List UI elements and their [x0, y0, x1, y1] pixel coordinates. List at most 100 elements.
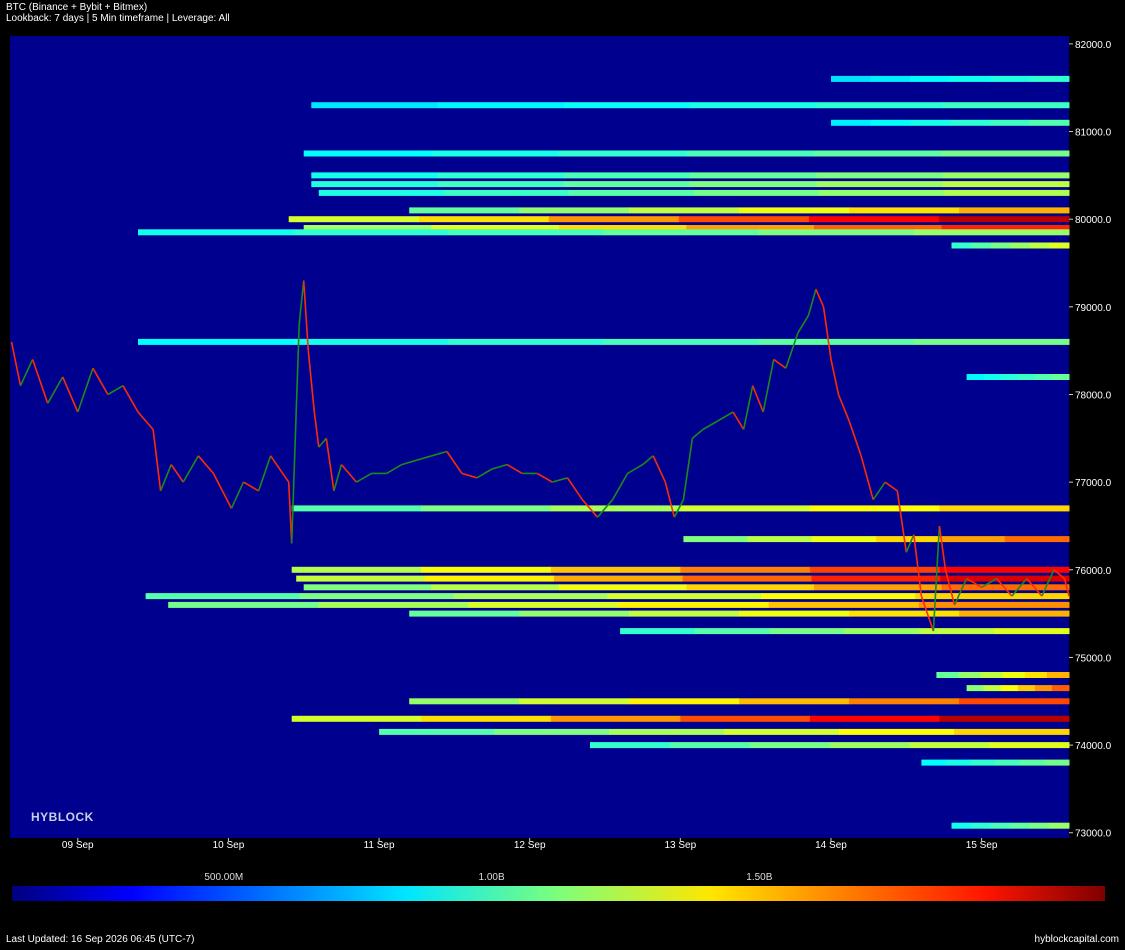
liquidation-band-26-seg-4: [809, 715, 940, 722]
liquidation-band-5-seg-3: [690, 181, 817, 188]
liquidation-band-28-seg-0: [590, 742, 671, 749]
liquidation-band-13-seg-1: [983, 374, 1002, 380]
x-tick-label: 12 Sep: [514, 840, 546, 851]
liquidation-band-9-seg-5: [1029, 119, 1070, 126]
liquidation-band-20-seg-2: [468, 601, 619, 608]
liquidation-band-21-seg-4: [849, 610, 960, 617]
liquidation-band-23-seg-2: [980, 672, 1004, 678]
liquidation-band-25-seg-3: [739, 698, 850, 705]
liquidation-band-26-seg-0: [291, 715, 422, 722]
liquidation-band-4-seg-2: [448, 229, 605, 236]
liquidation-band-6-seg-2: [568, 189, 695, 196]
liquidation-band-0-seg-2: [548, 216, 680, 223]
liquidation-band-23-seg-0: [936, 672, 959, 678]
liquidation-band-22-seg-0: [620, 628, 696, 635]
liquidation-band-8-seg-4: [813, 150, 942, 157]
y-axis: 73000.0 74000.0 75000.0 76000.0 77000.0 78000…: [1069, 40, 1112, 840]
x-tick-label: 10 Sep: [213, 840, 245, 851]
liquidation-band-16-seg-3: [680, 566, 811, 573]
liquidation-band-2-seg-3: [739, 207, 850, 214]
liquidation-band-20-seg-4: [768, 601, 920, 608]
colorbar-label: 1.50B: [746, 872, 773, 883]
liquidation-band-7-seg-3: [690, 172, 817, 179]
liquidation-band-17-seg-2: [553, 575, 684, 582]
liquidation-band-16-seg-0: [291, 566, 422, 573]
y-tick-label: 77000.0: [1075, 478, 1112, 489]
liquidation-band-14-seg-4: [809, 505, 940, 512]
liquidation-band-0-seg-0: [288, 216, 420, 223]
liquidation-band-8-seg-0: [303, 150, 432, 157]
liquidation-band-15-seg-1: [747, 536, 813, 543]
x-axis: 09 Sep 10 Sep 11 Sep 12 Sep 13 Sep 14 Sep 15 S…: [62, 838, 998, 851]
liquidation-band-23-seg-1: [958, 672, 982, 678]
liquidation-heatmap-chart[interactable]: 73000.0 74000.0 75000.0 76000.0 77000.0 78000…: [0, 0, 1125, 870]
liquidation-band-13-seg-5: [1051, 374, 1070, 380]
liquidation-band-29-seg-5: [1044, 759, 1070, 766]
liquidation-band-6-seg-3: [693, 189, 820, 196]
liquidation-band-12-seg-1: [293, 338, 449, 345]
liquidation-band-7-seg-0: [311, 172, 439, 179]
liquidation-band-8-seg-3: [686, 150, 815, 157]
liquidation-band-28-seg-5: [989, 742, 1070, 749]
liquidation-band-30-seg-2: [990, 822, 1011, 829]
liquidation-band-7-seg-2: [563, 172, 691, 179]
liquidation-band-27-seg-4: [839, 728, 955, 735]
liquidation-band-3-seg-1: [971, 242, 992, 249]
liquidation-band-13-seg-2: [1000, 374, 1019, 380]
liquidation-band-22-seg-3: [844, 628, 920, 635]
liquidation-band-0-seg-5: [938, 216, 1070, 223]
liquidation-band-3-seg-0: [951, 242, 972, 249]
liquidation-band-12-seg-3: [603, 338, 760, 345]
liquidation-band-30-seg-3: [1010, 822, 1031, 829]
liquidation-band-8-seg-5: [941, 150, 1070, 157]
liquidation-band-20-seg-5: [918, 601, 1070, 608]
liquidation-band-30-seg-0: [951, 822, 972, 829]
liquidation-band-26-seg-5: [939, 715, 1070, 722]
liquidation-band-12-seg-4: [758, 338, 915, 345]
liquidation-band-21-seg-2: [629, 610, 740, 617]
liquidation-band-4-seg-1: [293, 229, 449, 236]
liquidation-band-26-seg-3: [680, 715, 811, 722]
liquidation-band-24-seg-2: [1000, 685, 1019, 692]
liquidation-band-30-seg-5: [1049, 822, 1070, 829]
liquidation-band-14-seg-3: [680, 505, 811, 512]
y-tick-label: 75000.0: [1075, 653, 1112, 664]
liquidation-band-22-seg-5: [994, 628, 1070, 635]
liquidation-band-18-seg-2: [558, 584, 687, 591]
liquidation-band-23-seg-3: [1002, 672, 1026, 678]
liquidation-band-9-seg-4: [989, 119, 1030, 126]
liquidation-band-10-seg-4: [816, 102, 944, 109]
liquidation-band-17-seg-3: [682, 575, 812, 582]
liquidation-band-19-seg-0: [145, 593, 300, 600]
y-tick-label: 79000.0: [1075, 303, 1112, 314]
liquidation-band-24-seg-0: [966, 685, 985, 692]
liquidation-band-27-seg-5: [954, 728, 1070, 735]
liquidation-band-11-seg-5: [1029, 75, 1070, 82]
liquidation-band-19-seg-5: [915, 593, 1070, 600]
liquidation-band-5-seg-1: [437, 181, 565, 188]
liquidation-band-2-seg-1: [519, 207, 630, 214]
liquidation-band-14-seg-0: [291, 505, 422, 512]
liquidation-band-28-seg-3: [829, 742, 910, 749]
liquidation-band-12-seg-2: [448, 338, 605, 345]
liquidation-band-9-seg-3: [950, 119, 991, 126]
colorbar: [12, 886, 1105, 901]
liquidation-band-5-seg-5: [942, 181, 1070, 188]
x-tick-label: 14 Sep: [815, 840, 847, 851]
liquidation-band-25-seg-5: [959, 698, 1070, 705]
liquidation-band-19-seg-3: [607, 593, 762, 600]
liquidation-band-21-seg-1: [519, 610, 630, 617]
liquidation-band-11-seg-0: [831, 75, 872, 82]
site-url[interactable]: hyblockcapital.com: [1035, 934, 1119, 945]
liquidation-band-18-seg-1: [431, 584, 560, 591]
liquidation-band-18-seg-0: [303, 584, 432, 591]
liquidation-band-23-seg-5: [1046, 672, 1070, 678]
liquidation-band-9-seg-0: [831, 119, 872, 126]
liquidation-band-22-seg-2: [769, 628, 845, 635]
liquidation-band-0-seg-3: [678, 216, 810, 223]
liquidation-band-28-seg-2: [749, 742, 830, 749]
liquidation-band-25-seg-4: [849, 698, 960, 705]
x-tick-label: 13 Sep: [664, 840, 696, 851]
liquidation-band-28-seg-4: [909, 742, 990, 749]
liquidation-band-6-seg-5: [944, 189, 1070, 196]
